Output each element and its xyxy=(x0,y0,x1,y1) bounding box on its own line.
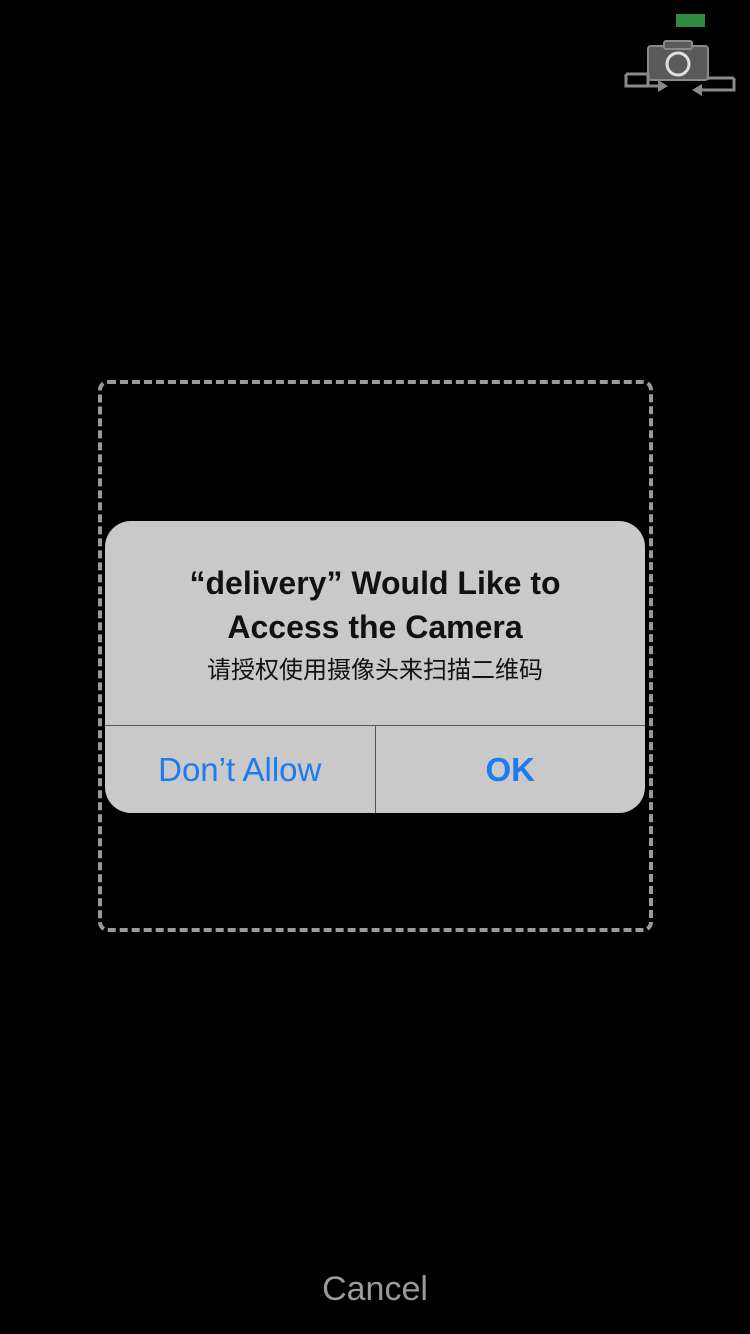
camera-switch-icon xyxy=(624,40,736,96)
alert-title: “delivery” Would Like to Access the Came… xyxy=(189,565,561,645)
alert-body: “delivery” Would Like to Access the Came… xyxy=(105,521,645,725)
camera-permission-alert: “delivery” Would Like to Access the Came… xyxy=(105,521,645,813)
dont-allow-button[interactable]: Don’t Allow xyxy=(105,726,375,813)
scanner-screen: “delivery” Would Like to Access the Came… xyxy=(0,0,750,1334)
alert-buttons: Don’t Allow OK xyxy=(105,726,645,813)
ok-button[interactable]: OK xyxy=(376,726,646,813)
battery-indicator xyxy=(676,14,705,27)
alert-message: 请授权使用摄像头来扫描二维码 xyxy=(207,657,543,684)
camera-switch-button[interactable] xyxy=(624,38,736,98)
cancel-button[interactable]: Cancel xyxy=(0,1270,750,1309)
